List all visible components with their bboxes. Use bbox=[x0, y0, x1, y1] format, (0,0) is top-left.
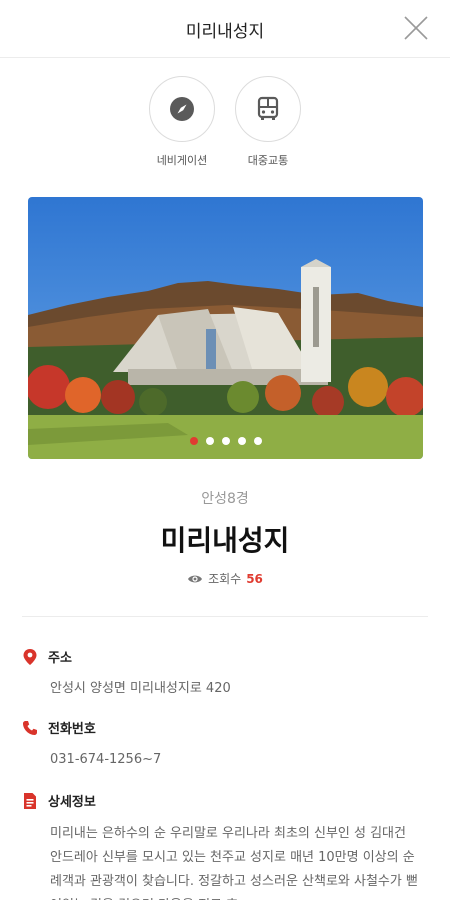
carousel-dot[interactable] bbox=[237, 437, 246, 445]
detail-heading: 상세정보 bbox=[22, 791, 422, 810]
section-divider bbox=[22, 616, 428, 617]
carousel-dot[interactable] bbox=[221, 437, 230, 445]
public-transit-circle bbox=[235, 76, 301, 142]
close-icon bbox=[404, 16, 428, 40]
address-value: 안성시 양성면 미리내성지로 420 bbox=[50, 681, 231, 696]
bus-icon bbox=[257, 96, 279, 120]
photo-carousel[interactable] bbox=[28, 197, 423, 459]
detail-section: 상세정보 미리내는 은하수의 순 우리말로 우리나라 최초의 신부인 성 김대건… bbox=[22, 791, 422, 900]
view-count: 조회수 56 bbox=[0, 570, 450, 587]
phone-section: 전화번호 031-674-1256~7 bbox=[22, 718, 422, 771]
document-icon bbox=[24, 792, 36, 809]
carousel-dot[interactable] bbox=[205, 437, 214, 445]
public-transit-button[interactable]: 대중교통 bbox=[228, 76, 308, 168]
carousel-dot[interactable] bbox=[253, 437, 262, 445]
place-name: 미리내성지 bbox=[160, 524, 290, 557]
navigation-label: 네비게이션 bbox=[156, 154, 208, 167]
page-title: 미리내성지 bbox=[185, 22, 265, 42]
location-pin-icon bbox=[23, 648, 37, 665]
phone-label: 전화번호 bbox=[48, 722, 96, 737]
cathedral-photo bbox=[28, 197, 423, 459]
views-label: 조회수 bbox=[208, 572, 242, 586]
place-category: 안성8경 bbox=[201, 491, 249, 507]
views-count: 56 bbox=[246, 571, 263, 586]
eye-icon bbox=[188, 575, 203, 582]
close-button[interactable] bbox=[402, 14, 430, 42]
address-label: 주소 bbox=[48, 651, 72, 666]
address-section: 주소 안성시 양성면 미리내성지로 420 bbox=[22, 647, 422, 700]
phone-icon bbox=[23, 720, 37, 735]
phone-heading: 전화번호 bbox=[22, 718, 422, 737]
navigation-circle bbox=[149, 76, 215, 142]
carousel-indicators bbox=[28, 437, 423, 445]
detail-value: 미리내는 은하수의 순 우리말로 우리나라 최초의 신부인 성 김대건 안드레아… bbox=[50, 826, 418, 900]
compass-icon bbox=[170, 97, 194, 121]
action-buttons: 네비게이션 대중교통 bbox=[0, 76, 450, 172]
detail-label: 상세정보 bbox=[48, 795, 96, 810]
public-transit-label: 대중교통 bbox=[247, 154, 289, 167]
navigation-button[interactable]: 네비게이션 bbox=[142, 76, 222, 168]
carousel-dot[interactable] bbox=[189, 437, 198, 445]
address-heading: 주소 bbox=[22, 647, 422, 666]
top-bar: 미리내성지 bbox=[0, 0, 450, 58]
phone-value[interactable]: 031-674-1256~7 bbox=[22, 749, 422, 771]
